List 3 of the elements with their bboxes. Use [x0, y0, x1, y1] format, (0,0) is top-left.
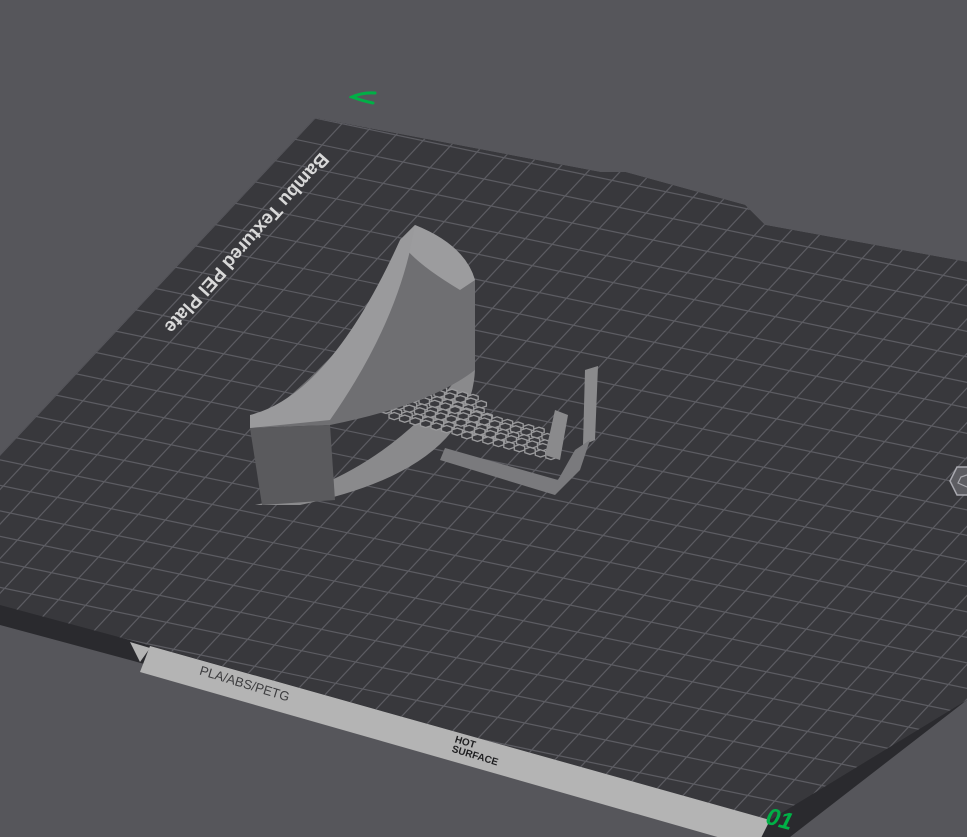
plate-number: 01	[762, 803, 796, 837]
axis-marker-icon	[349, 90, 377, 106]
view-cube-icon	[948, 465, 967, 497]
